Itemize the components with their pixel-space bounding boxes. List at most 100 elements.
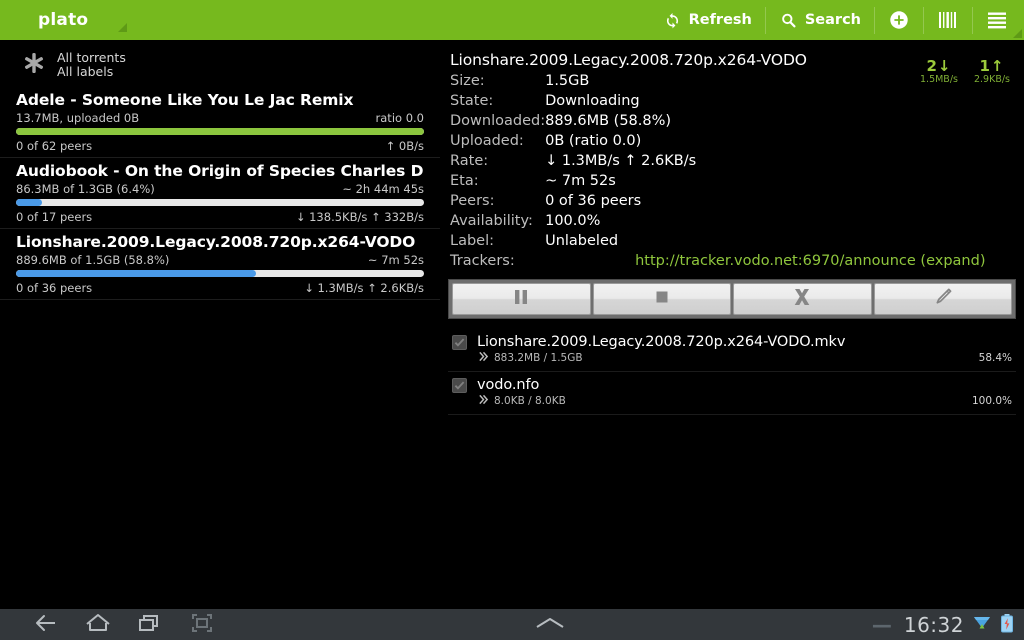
chevron-up-icon	[533, 615, 567, 635]
detail-value: ↓ 1.3MB/s ↑ 2.6KB/s	[545, 153, 697, 169]
screenshot-button[interactable]	[176, 609, 228, 640]
search-button[interactable]: Search	[766, 0, 874, 41]
torrent-rate: ↓ 138.5KB/s ↑ 332B/s	[295, 210, 424, 224]
torrent-name: Lionshare.2009.Legacy.2008.720p.x264-VOD…	[16, 233, 416, 251]
torrent-name: Adele - Someone Like You Le Jac Remix	[16, 91, 354, 109]
status-dash: —	[871, 612, 892, 637]
torrent-rate: ↓ 1.3MB/s ↑ 2.6KB/s	[304, 281, 424, 295]
list-item[interactable]: Lionshare.2009.Legacy.2008.720p.x264-VOD…	[448, 329, 1016, 372]
system-nav-buttons	[0, 609, 228, 640]
barcode-icon	[937, 11, 959, 29]
torrent-subtitle: 889.6MB of 1.5GB (58.8%) ~ 7m 52s	[16, 253, 424, 267]
barcode-scan-button[interactable]	[924, 0, 972, 41]
detail-key: Rate:	[450, 153, 489, 169]
priority-icon	[478, 351, 489, 365]
notification-handle[interactable]	[228, 615, 872, 635]
detail-value: Downloading	[545, 93, 640, 109]
refresh-icon	[663, 11, 682, 30]
detail-value: ~ 7m 52s	[545, 173, 616, 189]
file-name: vodo.nfo	[477, 377, 540, 393]
detail-row-state: State: Downloading	[450, 93, 985, 113]
torrent-list-pane: All torrents All labels Adele - Someone …	[0, 41, 440, 608]
home-icon	[85, 612, 111, 638]
content-area: All torrents All labels Adele - Someone …	[0, 41, 1024, 608]
screenshot-icon	[189, 612, 215, 638]
torrent-eta: ~ 7m 52s	[367, 253, 424, 267]
detail-key: State:	[450, 93, 494, 109]
dropdown-caret-icon[interactable]	[118, 22, 128, 32]
file-size-info: 883.2MB / 1.5GB	[478, 351, 583, 365]
list-item[interactable]: vodo.nfo 8.0KB / 8.0KB 100.0%	[448, 372, 1016, 415]
recent-apps-button[interactable]	[124, 609, 176, 640]
pause-icon	[511, 287, 531, 311]
torrent-size-info: 86.3MB of 1.3GB (6.4%)	[16, 182, 155, 196]
detail-key: Peers:	[450, 193, 495, 209]
upload-speed-indicator: 1↑ 2.9KB/s	[974, 57, 1010, 85]
torrent-name: Audiobook - On the Origin of Species Cha…	[16, 162, 424, 180]
overflow-caret-icon	[1013, 28, 1022, 38]
detail-key: Eta:	[450, 173, 479, 189]
torrent-size-info: 889.6MB of 1.5GB (58.8%)	[16, 253, 170, 267]
file-checkbox[interactable]	[452, 377, 467, 393]
torrent-subtitle: 86.3MB of 1.3GB (6.4%) ~ 2h 44m 45s	[16, 182, 424, 196]
torrent-ratio: ratio 0.0	[375, 111, 424, 125]
detail-key: Label:	[450, 233, 495, 249]
back-button[interactable]	[20, 609, 72, 640]
torrent-footer: 0 of 62 peers ↑ 0B/s	[16, 139, 424, 153]
stop-icon	[652, 287, 672, 311]
overflow-menu-icon	[986, 11, 1008, 29]
detail-value: 889.6MB (58.8%)	[545, 113, 672, 129]
clock: 16:32	[903, 612, 964, 637]
detail-row-availability: Availability: 100.0%	[450, 213, 985, 233]
add-torrent-button[interactable]	[875, 0, 923, 41]
torrent-rate: ↑ 0B/s	[385, 139, 424, 153]
tracker-expand-link[interactable]: http://tracker.vodo.net:6970/announce (e…	[545, 253, 985, 273]
app-title-area[interactable]: plato	[0, 0, 128, 41]
file-row-top: Lionshare.2009.Legacy.2008.720p.x264-VOD…	[452, 334, 1012, 350]
torrent-peers: 0 of 17 peers	[16, 210, 93, 224]
stop-button[interactable]	[592, 283, 731, 315]
table-row[interactable]: Audiobook - On the Origin of Species Cha…	[0, 158, 440, 229]
back-icon	[34, 612, 58, 638]
app-title: plato	[38, 9, 89, 30]
detail-key: Uploaded:	[450, 133, 524, 149]
recent-apps-icon	[137, 612, 163, 638]
overflow-menu-button[interactable]	[973, 0, 1024, 41]
home-button[interactable]	[72, 609, 124, 640]
detail-value: 0B (ratio 0.0)	[545, 133, 642, 149]
detail-row-trackers: Trackers: http://tracker.vodo.net:6970/a…	[450, 253, 985, 273]
pencil-icon	[932, 286, 954, 312]
detail-value: Unlabeled	[545, 233, 619, 249]
close-x-icon	[791, 286, 813, 312]
edit-button[interactable]	[873, 283, 1012, 315]
upload-rate: 2.9KB/s	[973, 74, 1010, 85]
detail-row-size: Size: 1.5GB	[450, 73, 985, 93]
progress-bar	[16, 199, 424, 206]
table-row[interactable]: Lionshare.2009.Legacy.2008.720p.x264-VOD…	[0, 229, 440, 300]
progress-bar-fill	[16, 199, 43, 206]
detail-row-downloaded: Downloaded: 889.6MB (58.8%)	[450, 113, 985, 133]
detail-row-uploaded: Uploaded: 0B (ratio 0.0)	[450, 133, 985, 153]
detail-row-rate: Rate: ↓ 1.3MB/s ↑ 2.6KB/s	[450, 153, 985, 173]
file-percent: 100.0%	[971, 395, 1012, 407]
remove-button[interactable]	[733, 283, 872, 315]
detail-key: Size:	[450, 73, 485, 89]
refresh-label: Refresh	[688, 12, 752, 28]
progress-bar-fill	[16, 128, 424, 135]
torrent-peers: 0 of 36 peers	[16, 281, 93, 295]
filter-selector[interactable]: All torrents All labels	[0, 41, 440, 87]
search-icon	[779, 11, 798, 30]
table-row[interactable]: Adele - Someone Like You Le Jac Remix 13…	[0, 87, 440, 158]
download-count: 2↓	[926, 57, 952, 75]
global-speed-indicator: 2↓ 1.5MB/s 1↑ 2.9KB/s	[920, 57, 1010, 85]
add-icon	[888, 9, 910, 31]
pause-button[interactable]	[452, 283, 591, 315]
file-checkbox[interactable]	[452, 334, 467, 350]
status-tray[interactable]: — 16:32	[872, 613, 1024, 637]
progress-bar	[16, 270, 424, 277]
file-row-top: vodo.nfo	[452, 377, 1012, 393]
asterisk-icon	[22, 51, 46, 79]
torrent-action-buttons	[448, 279, 1016, 319]
upload-count: 1↑	[979, 57, 1005, 75]
refresh-button[interactable]: Refresh	[650, 0, 765, 41]
